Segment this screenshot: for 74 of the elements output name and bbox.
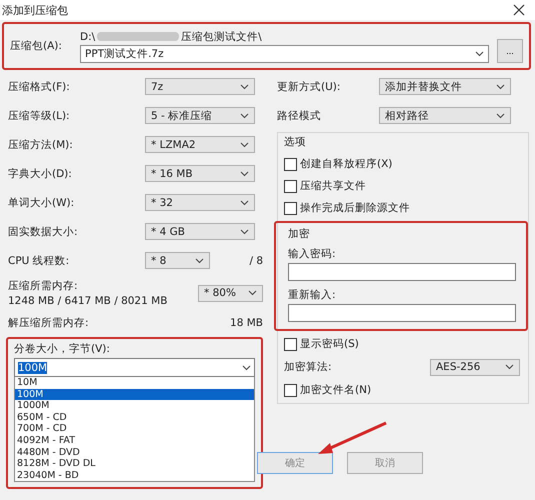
field-label: 单词大小(W): [8,196,76,210]
field-label: 压缩所需内存: [8,279,79,293]
chevron-down-icon [240,112,249,118]
chevron-down-icon [248,290,257,296]
chevron-down-icon [240,142,249,148]
field-label: 更新方式(U): [277,80,342,94]
list-item[interactable]: 650M - CD [15,412,254,424]
chevron-down-icon [475,50,484,56]
memory-detail: 1248 MB / 6417 MB / 8021 MB [8,295,168,307]
field-label: CPU 线程数: [8,254,70,268]
checkbox[interactable] [284,180,297,192]
chevron-down-icon [505,364,514,370]
field-label: 字典大小(D): [8,166,73,180]
volume-combo[interactable]: 100M [14,358,255,377]
checkbox[interactable] [284,158,297,170]
field-label: 路径模式 [277,108,322,122]
password-field[interactable] [288,304,516,322]
chevron-down-icon [240,170,249,176]
list-item[interactable]: 23040M - BD [15,470,254,482]
password-field[interactable] [288,263,516,281]
filename-combo[interactable]: PPT测试文件.7z [80,44,489,62]
list-item[interactable]: 1000M [15,400,254,412]
group-title: 选项 [284,135,307,149]
chevron-down-icon [240,200,249,206]
field-label: 压缩方法(M): [8,138,74,152]
dropdown[interactable]: * 8 [145,252,210,269]
dropdown[interactable]: * 80% [198,284,263,302]
checkbox[interactable] [284,384,297,396]
field-label: 分卷大小，字节(V): [14,342,111,356]
dropdown[interactable]: * LZMA2 [145,136,255,153]
memory-value: 18 MB [230,317,263,329]
field-label: 输入密码: [288,247,337,261]
group-title: 加密 [288,227,311,241]
checkbox[interactable] [284,202,297,214]
chevron-down-icon [496,84,505,90]
checkbox-label: 加密文件名(N) [300,383,372,397]
dropdown[interactable]: AES-256 [430,358,520,376]
checkbox-label: 压缩共享文件 [300,179,366,193]
checkbox-label: 操作完成后删除源文件 [300,201,410,215]
path-text: 压缩包测试文件\ [181,30,262,44]
field-label: 固实数据大小: [8,224,79,238]
dropdown[interactable]: * 4 GB [145,223,255,240]
chevron-down-icon [195,258,204,264]
chevron-down-icon [496,112,505,118]
browse-button[interactable]: ... [497,39,523,63]
archive-label: 压缩包(A): [10,39,63,53]
dropdown[interactable]: * 32 [145,194,255,211]
field-label: 压缩格式(F): [8,80,71,94]
list-item[interactable]: 700M - CD [15,423,254,435]
list-item[interactable]: 100M [15,388,254,400]
dropdown[interactable]: 相对路径 [379,107,511,124]
checkbox[interactable] [284,338,297,350]
list-item[interactable]: 4092M - FAT [15,434,254,447]
chevron-down-icon [242,364,251,370]
list-item[interactable]: 8128M - DVD DL [15,458,254,470]
list-item[interactable]: 10M [15,377,254,389]
close-icon[interactable] [513,4,525,16]
chevron-down-icon [240,84,249,90]
dropdown[interactable]: 7z [145,78,255,95]
thread-total: / 8 [249,254,263,266]
dropdown[interactable]: * 16 MB [145,165,255,182]
window-title: 添加到压缩包 [2,2,68,18]
dropdown[interactable]: 5 - 标准压缩 [145,107,255,124]
dropdown[interactable]: 添加并替换文件 [379,78,511,95]
checkbox-label: 显示密码(S) [300,337,359,351]
path-text: D:\ [80,30,96,42]
field-label: 解压缩所需内存: [8,316,89,330]
list-item[interactable]: 4480M - DVD [15,446,254,458]
chevron-down-icon [240,228,249,234]
field-label: 加密算法: [284,360,332,374]
field-label: 重新输入: [288,288,337,302]
checkbox-label: 创建自释放程序(X) [300,157,392,171]
field-label: 压缩等级(L): [8,108,71,122]
annotation-arrow [316,421,388,457]
